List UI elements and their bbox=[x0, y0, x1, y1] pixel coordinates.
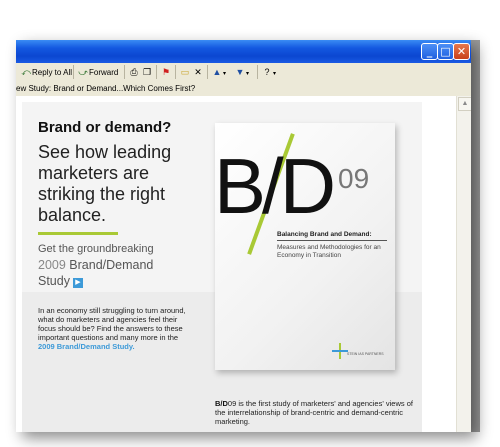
reply-all-label: Reply to All bbox=[32, 68, 73, 77]
toolbar-separator bbox=[175, 65, 176, 79]
page-margin-right bbox=[480, 0, 500, 447]
accent-rule bbox=[38, 232, 118, 235]
toolbar-separator bbox=[124, 65, 125, 79]
cta-brand-demand: Brand/Demand bbox=[69, 258, 154, 272]
cover-edition: 09 bbox=[338, 163, 370, 194]
email-body-text: In an economy still struggling to turn a… bbox=[38, 306, 188, 351]
message-toolbar: ⤺Reply to All ⤻Forward ⎙ ❐ ⚑ ▭ ✕ ▲▾ ▼▾ bbox=[16, 63, 471, 82]
forward-label: Forward bbox=[89, 68, 119, 77]
maximize-button[interactable]: □ bbox=[437, 43, 454, 60]
flag-button[interactable]: ⚑ bbox=[160, 66, 172, 78]
footnote-bd: B/D bbox=[215, 399, 228, 408]
page-margin-top bbox=[0, 0, 500, 40]
forward-button[interactable]: ⤻Forward bbox=[77, 66, 118, 78]
flag-icon: ⚑ bbox=[161, 67, 171, 77]
message-body: Brand or demand? See how leading markete… bbox=[16, 96, 456, 432]
cta-line: Get the groundbreaking bbox=[38, 243, 154, 255]
email-headline: Brand or demand? bbox=[38, 119, 172, 136]
close-icon: ✕ bbox=[456, 45, 467, 58]
print-button[interactable]: ⎙ bbox=[128, 66, 140, 78]
message-subject: ew Study: Brand or Demand...Which Comes … bbox=[16, 81, 471, 96]
email-window: _ □ ✕ ⤺Reply to All ⤻Forward ⎙ ❐ ⚑ ▭ ✕ ▲… bbox=[16, 40, 471, 432]
copy-button[interactable]: ❐ bbox=[141, 66, 153, 78]
toolbar-separator bbox=[207, 65, 208, 79]
dropdown-caret-icon: ▾ bbox=[246, 71, 250, 77]
close-button[interactable]: ✕ bbox=[453, 43, 470, 60]
dropdown-caret-icon: ▾ bbox=[223, 71, 227, 77]
copy-icon: ❐ bbox=[142, 67, 152, 77]
footnote-text: is the first study of marketers' and age… bbox=[215, 399, 413, 426]
forward-icon: ⤻ bbox=[78, 67, 88, 77]
scroll-up-button[interactable]: ▲ bbox=[458, 97, 471, 111]
arrow-right-icon: ▶ bbox=[72, 278, 83, 288]
move-to-folder-button[interactable]: ▭ bbox=[179, 66, 191, 78]
title-bar[interactable]: _ □ ✕ bbox=[16, 40, 471, 63]
cta-study-link[interactable]: 2009 Brand/Demand bbox=[38, 258, 238, 272]
next-item-button[interactable]: ▼ ▾ bbox=[234, 66, 249, 78]
page-margin-bottom bbox=[0, 432, 500, 447]
toolbar-separator bbox=[257, 65, 258, 79]
cta-study[interactable]: Study ▶ bbox=[38, 274, 198, 288]
footnote-edition: 09 bbox=[227, 399, 237, 408]
reply-all-button[interactable]: ⤺Reply to All bbox=[20, 66, 72, 78]
reply-all-icon: ⤺ bbox=[21, 67, 31, 77]
publisher-logo-icon bbox=[332, 343, 348, 359]
help-icon: ? bbox=[264, 67, 270, 77]
cover-title-rule bbox=[277, 240, 387, 241]
delete-button[interactable]: ✕ bbox=[192, 66, 204, 78]
page-margin-left bbox=[0, 0, 16, 447]
up-arrow-icon: ▲ bbox=[212, 67, 222, 77]
minimize-button[interactable]: _ bbox=[421, 43, 438, 60]
down-arrow-icon: ▼ bbox=[235, 67, 245, 77]
help-button[interactable]: ? ▾ bbox=[261, 66, 276, 78]
scroll-up-icon: ▲ bbox=[461, 100, 469, 107]
printer-icon: ⎙ bbox=[130, 67, 138, 77]
cta-study-label: Study bbox=[38, 274, 70, 288]
delete-x-icon: ✕ bbox=[194, 67, 202, 77]
minimize-icon: _ bbox=[426, 45, 433, 58]
report-cover-image[interactable]: B/D 09 Balancing Brand and Demand: Measu… bbox=[214, 123, 395, 370]
vertical-scrollbar[interactable]: ▲ bbox=[456, 96, 471, 432]
study-link[interactable]: 2009 Brand/Demand Study. bbox=[38, 342, 135, 351]
study-footnote: B/D09 is the first study of marketers' a… bbox=[215, 399, 415, 426]
cover-bd-letters: B/D bbox=[214, 142, 336, 230]
toolbar-separator bbox=[156, 65, 157, 79]
previous-item-button[interactable]: ▲ ▾ bbox=[211, 66, 226, 78]
cover-title: Balancing Brand and Demand: bbox=[277, 231, 395, 241]
dropdown-caret-icon: ▾ bbox=[273, 71, 277, 77]
publisher-name: STEIN IAS PARTNERS bbox=[347, 352, 384, 356]
body-paragraph: In an economy still struggling to turn a… bbox=[38, 306, 186, 342]
cta-year: 2009 bbox=[38, 258, 66, 272]
email-card: Brand or demand? See how leading markete… bbox=[22, 102, 422, 432]
cover-subtitle: Measures and Methodologies for an Econom… bbox=[277, 244, 381, 259]
move-to-folder-icon: ▭ bbox=[180, 67, 190, 77]
maximize-icon: □ bbox=[440, 45, 451, 58]
email-subhead: See how leading marketers are striking t… bbox=[38, 142, 172, 225]
cover-title-text: Balancing Brand and Demand: bbox=[277, 231, 372, 238]
toolbar-separator bbox=[73, 65, 74, 79]
